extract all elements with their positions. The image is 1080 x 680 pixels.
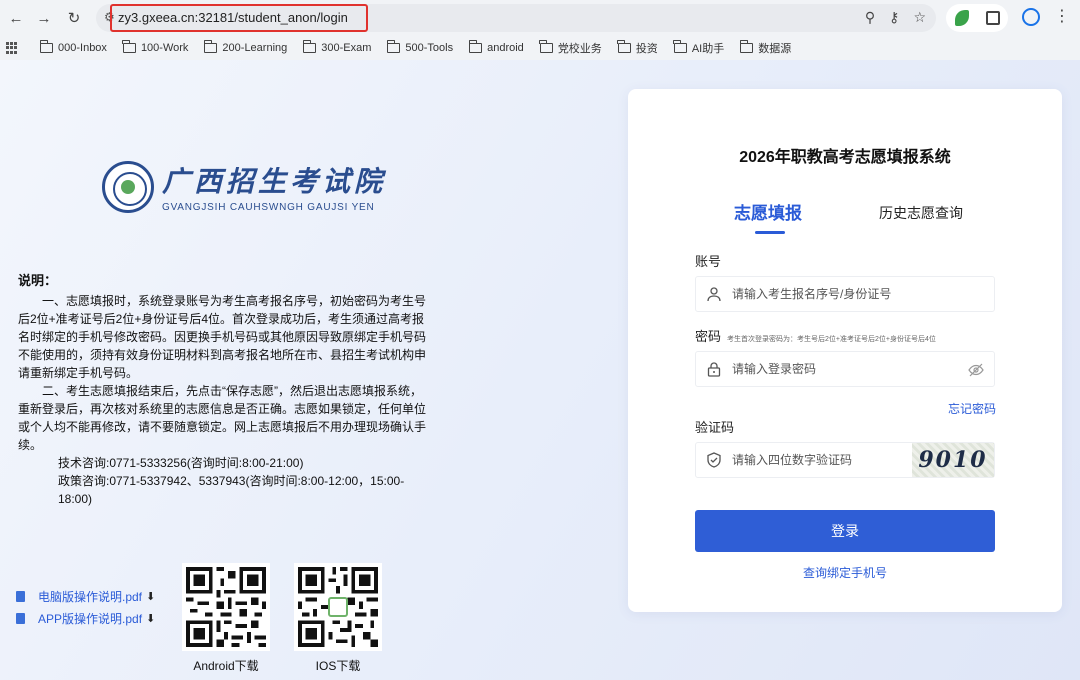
account-input[interactable] [732,287,932,301]
system-title: 2026年职教高考志愿填报系统 [739,149,951,166]
reload-icon[interactable]: ↻ [60,4,88,32]
bookmark-folder[interactable]: 党校业务 [539,40,602,56]
ios-label: IOS下载 [315,659,361,673]
tech-contact: 技术咨询:0771-5333256(咨询时间:8:00-21:00) [58,456,304,470]
institution-emblem-icon [102,160,154,213]
folder-icon [122,40,136,53]
app-manual-link[interactable]: APP版操作说明.pdf ⬇ [16,607,155,629]
extensions-puzzle-icon[interactable] [985,11,1000,25]
logo-name-cn: 广西招生考试院 [162,165,387,198]
bookmark-folder[interactable]: 500-Tools [386,40,453,54]
bookmark-folder[interactable]: AI助手 [673,40,724,56]
download-icon[interactable]: ⬇ [146,590,155,603]
shield-check-icon [706,452,722,468]
folder-icon [468,40,483,53]
bookmark-folder[interactable]: 200-Learning [203,40,287,54]
forgot-password-link[interactable]: 忘记密码 [948,400,996,417]
instructions-panel: 说明： 一、志愿填报时，系统登录账号为考生高考报名序号，初始密码为考生号后2位+… [18,272,428,508]
user-icon [706,286,722,302]
bookmark-folder[interactable]: 投资 [617,40,658,56]
folder-icon [302,40,317,53]
extensions-area [946,4,1008,32]
document-icon [16,590,25,602]
bookmark-folder[interactable]: 300-Exam [302,40,371,54]
account-field[interactable] [695,276,995,312]
android-qr-code [182,563,270,651]
password-input[interactable] [732,362,932,376]
instruction-para-1: 一、志愿填报时，系统登录账号为考生高考报名序号，初始密码为考生号后2位+准考证号… [18,294,427,380]
address-bar[interactable]: ⚙ zy3.gxeea.cn:32181/student_anon/login … [96,4,936,32]
bookmark-folder[interactable]: android [468,40,524,54]
query-bound-phone-link[interactable]: 查询绑定手机号 [628,564,1062,581]
apps-grid-icon[interactable] [6,42,18,54]
eye-off-icon[interactable] [968,362,984,383]
menu-kebab-icon[interactable]: ⋮ [1054,9,1070,25]
folder-icon [739,40,754,53]
account-label: 账号 [695,254,722,269]
browser-toolbar: ← → ↻ ⚙ zy3.gxeea.cn:32181/student_anon/… [0,0,1080,36]
folder-icon [386,40,401,53]
lock-icon [706,361,722,377]
evernote-extension-icon[interactable] [954,10,969,26]
folder-icon [673,40,687,53]
folder-icon [617,40,631,53]
instruction-para-2: 二、考生志愿填报结束后，先点击“保存志愿”，然后退出志愿填报系统，重新登录后，再… [18,384,427,452]
captcha-label: 验证码 [695,420,735,435]
url-text[interactable]: zy3.gxeea.cn:32181/student_anon/login [118,10,348,25]
ios-download: IOS下载 [294,563,382,674]
folder-icon [203,40,218,53]
instructions-title: 说明： [18,273,58,288]
captcha-input[interactable] [732,453,932,467]
bookmarks-bar: 000-Inbox 100-Work 200-Learning 300-Exam… [0,36,1080,60]
app-logo-icon [328,597,348,617]
document-icon [16,612,25,624]
bookmark-folder[interactable]: 100-Work [122,40,188,54]
password-label: 密码 [695,329,722,344]
login-page: 广西招生考试院 GVANGJSIH CAUHSWNGH GAUJSI YEN 说… [0,60,1080,680]
profile-icon[interactable] [1022,8,1040,26]
password-hint: 考生首次登录密码为：考生号后2位+准考证号后2位+身份证号后4位 [727,336,936,343]
login-button[interactable]: 登录 [695,510,995,552]
password-field[interactable] [695,351,995,387]
logo-name-en: GVANGJSIH CAUHSWNGH GAUJSI YEN [162,202,375,213]
captcha-field[interactable]: 9010 [695,442,995,478]
android-label: Android下载 [193,659,259,673]
ios-qr-code [294,563,382,651]
captcha-image[interactable]: 9010 [912,443,994,477]
zoom-icon[interactable]: ⚲ [865,9,875,26]
manual-downloads: 电脑版操作说明.pdf ⬇ APP版操作说明.pdf ⬇ [16,585,155,629]
bookmark-folder[interactable]: 数据源 [739,40,791,56]
tab-history-query[interactable]: 历史志愿查询 [879,203,963,223]
folder-icon [39,40,53,53]
bookmark-folder[interactable]: 000-Inbox [39,40,107,54]
password-label-row: 密码 考生首次登录密码为：考生号后2位+准考证号后2位+身份证号后4位 [695,326,936,345]
policy-contact: 政策咨询:0771-5337942、5337943(咨询时间:8:00-12:0… [58,474,405,506]
active-tab-indicator [755,231,785,234]
back-icon[interactable]: ← [2,4,30,32]
folder-icon [539,40,553,53]
forward-icon[interactable]: → [30,4,58,32]
login-card: 2026年职教高考志愿填报系统 志愿填报 历史志愿查询 账号 密码考生首次登录密… [628,89,1062,612]
android-download: Android下载 [182,563,270,674]
star-icon[interactable]: ☆ [913,9,926,26]
key-icon[interactable]: ⚷ [889,9,899,26]
pc-manual-link[interactable]: 电脑版操作说明.pdf ⬇ [16,585,155,607]
download-icon[interactable]: ⬇ [146,612,155,625]
institution-logo: 广西招生考试院 GVANGJSIH CAUHSWNGH GAUJSI YEN [102,160,386,213]
tab-volunteer-fill[interactable]: 志愿填报 [734,199,802,224]
